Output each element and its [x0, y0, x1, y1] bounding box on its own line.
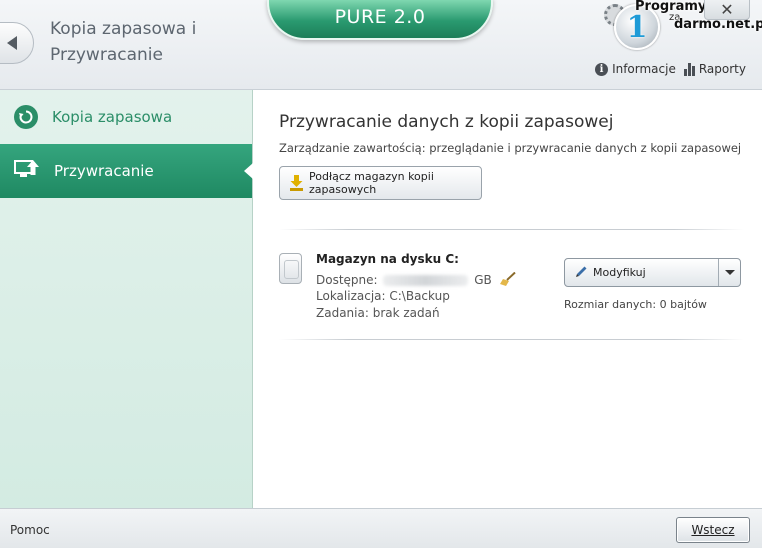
modify-label: Modyfikuj	[593, 266, 646, 279]
main-panel: Przywracanie danych z kopii zapasowej Za…	[254, 90, 762, 508]
divider	[279, 339, 744, 340]
backup-refresh-icon	[14, 105, 38, 129]
redacted-value	[383, 275, 469, 286]
sidebar: Kopia zapasowa Przywracanie	[0, 90, 253, 508]
reports-link-label: Raporty	[698, 62, 746, 76]
available-unit: GB	[474, 273, 492, 287]
window-title: Kopia zapasowa i Przywracanie	[50, 19, 197, 65]
pencil-icon	[575, 265, 588, 281]
restore-monitor-icon	[14, 158, 40, 184]
brand-tab: PURE 2.0	[267, 0, 493, 40]
storage-name: Magazyn na dysku C:	[316, 252, 459, 266]
close-icon: ✕	[720, 0, 734, 19]
data-size: Rozmiar danych: 0 bajtów	[564, 298, 707, 311]
header: Kopia zapasowa i Przywracanie PURE 2.0 1…	[0, 0, 762, 90]
info-icon: i	[595, 62, 609, 76]
storage-available: Dostępne: GB	[316, 271, 516, 289]
sidebar-item-restore[interactable]: Przywracanie	[0, 144, 253, 198]
arrow-left-icon	[7, 36, 17, 50]
reports-link[interactable]: Raporty	[683, 62, 746, 76]
hard-disk-icon	[279, 253, 302, 284]
storage-location: Lokalizacja: C:\Backup	[316, 289, 450, 303]
footer: Pomoc Wstecz	[0, 508, 762, 548]
header-links: i Informacje Raporty	[595, 62, 746, 76]
back-button[interactable]: Wstecz	[676, 517, 750, 543]
connect-storage-button[interactable]: Podłącz magazyn kopii zapasowych	[279, 166, 482, 200]
back-arrow-button[interactable]	[0, 22, 34, 64]
chevron-down-icon	[724, 270, 735, 275]
page-subtitle: Zarządzanie zawartością: przeglądanie i …	[279, 141, 742, 155]
download-icon	[290, 175, 303, 191]
brand-name: PURE 2.0	[334, 6, 426, 28]
back-button-label: Wstecz	[691, 523, 735, 537]
sidebar-item-backup[interactable]: Kopia zapasowa	[0, 90, 252, 144]
modify-split-button: Modyfikuj	[564, 258, 741, 287]
sidebar-item-label: Przywracanie	[54, 162, 154, 180]
info-link[interactable]: i Informacje	[595, 62, 676, 76]
help-link[interactable]: Pomoc	[10, 523, 50, 537]
modify-button[interactable]: Modyfikuj	[565, 259, 718, 286]
close-button[interactable]: ✕	[704, 0, 750, 20]
connect-storage-label: Podłącz magazyn kopii zapasowych	[309, 170, 434, 196]
storage-tasks: Zadania: brak zadań	[316, 306, 440, 320]
badge-number: 1	[626, 9, 648, 45]
reports-icon	[683, 62, 695, 76]
info-link-label: Informacje	[612, 62, 676, 76]
modify-dropdown-button[interactable]	[718, 259, 740, 286]
broom-icon[interactable]	[499, 271, 516, 289]
divider	[279, 229, 744, 230]
page-title: Przywracanie danych z kopii zapasowej	[279, 112, 614, 132]
sidebar-item-label: Kopia zapasowa	[52, 108, 173, 126]
available-label: Dostępne:	[316, 273, 378, 287]
